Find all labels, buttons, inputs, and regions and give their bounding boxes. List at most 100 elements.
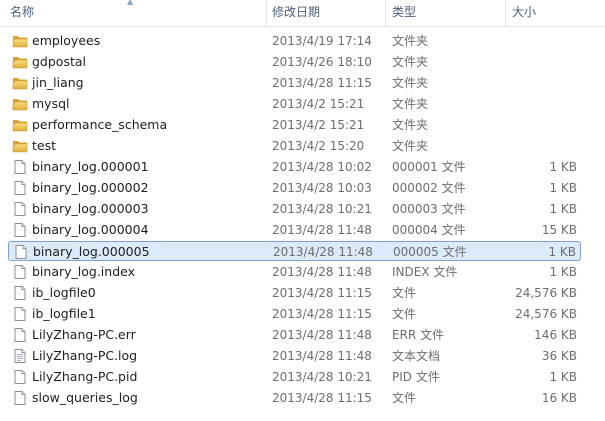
file-modified-date: 2013/4/28 11:48 (273, 245, 373, 259)
file-modified-date: 2013/4/28 11:48 (272, 265, 372, 279)
file-modified-date: 2013/4/28 11:15 (272, 286, 372, 300)
file-icon (12, 306, 28, 322)
file-size: 1 KB (549, 160, 577, 174)
file-name: binary_log.000004 (32, 222, 149, 237)
file-row[interactable]: binary_log.000003 2013/4/28 10:21 000003 文… (8, 199, 581, 219)
file-name: binary_log.index (32, 264, 136, 279)
file-icon (12, 285, 28, 301)
file-size: 1 KB (549, 181, 577, 195)
file-size: 1 KB (549, 265, 577, 279)
file-modified-date: 2013/4/28 10:21 (272, 370, 372, 384)
file-row[interactable]: employees 2013/4/19 17:14 文件夹 (8, 31, 581, 51)
file-row[interactable]: binary_log.index 2013/4/28 11:48 INDEX 文件 1… (8, 262, 581, 282)
file-row[interactable]: mysql 2013/4/2 15:21 文件夹 (8, 94, 581, 114)
column-header-date[interactable]: 修改日期 (272, 0, 320, 24)
file-type: 000003 文件 (392, 202, 466, 216)
file-icon (13, 244, 29, 260)
text-document-icon (12, 348, 28, 364)
column-header-size[interactable]: 大小 (512, 0, 536, 24)
file-icon (12, 390, 28, 406)
file-name: binary_log.000002 (32, 180, 149, 195)
file-type: PID 文件 (392, 370, 440, 384)
folder-icon (12, 96, 28, 112)
file-name: binary_log.000003 (32, 201, 149, 216)
folder-icon (12, 75, 28, 91)
file-name: test (32, 138, 57, 153)
sort-ascending-icon: ▲ (127, 0, 134, 6)
file-type: 文件夹 (392, 55, 429, 69)
file-row[interactable]: LilyZhang-PC.log 2013/4/28 11:48 文本文档 36 KB (8, 346, 581, 366)
folder-icon (12, 33, 28, 49)
file-size: 24,576 KB (515, 307, 577, 321)
column-header-bar: ▲ 名称 修改日期 类型 大小 (0, 0, 605, 27)
file-type: 文件夹 (392, 97, 429, 111)
file-icon (12, 327, 28, 343)
column-divider[interactable] (385, 0, 386, 26)
file-name: LilyZhang-PC.err (32, 327, 136, 342)
file-type: 文件夹 (392, 76, 429, 90)
file-modified-date: 2013/4/28 10:02 (272, 160, 372, 174)
file-row[interactable]: gdpostal 2013/4/26 18:10 文件夹 (8, 52, 581, 72)
file-row[interactable]: binary_log.000001 2013/4/28 10:02 000001 文… (8, 157, 581, 177)
file-row[interactable]: performance_schema 2013/4/2 15:21 文件夹 (8, 115, 581, 135)
file-row[interactable]: ib_logfile1 2013/4/28 11:15 文件 24,576 KB (8, 304, 581, 324)
file-size: 16 KB (541, 391, 577, 405)
file-type: 000004 文件 (392, 223, 466, 237)
file-type: 000005 文件 (393, 245, 467, 259)
file-icon (12, 222, 28, 238)
file-type: 文件 (392, 286, 417, 300)
column-divider[interactable] (266, 0, 267, 26)
file-type: ERR 文件 (392, 328, 445, 342)
file-type: 000002 文件 (392, 181, 466, 195)
file-type: 文件夹 (392, 139, 429, 153)
file-name: employees (32, 33, 101, 48)
file-name: jin_liang (32, 75, 84, 90)
file-row-selected[interactable]: binary_log.000005 2013/4/28 11:48 000005 文… (8, 241, 581, 261)
file-modified-date: 2013/4/19 17:14 (272, 34, 372, 48)
file-row[interactable]: binary_log.000004 2013/4/28 11:48 000004 文… (8, 220, 581, 240)
file-name: mysql (32, 96, 70, 111)
file-icon (12, 369, 28, 385)
file-modified-date: 2013/4/2 15:20 (272, 139, 365, 153)
folder-icon (12, 117, 28, 133)
file-modified-date: 2013/4/28 11:48 (272, 223, 372, 237)
file-size: 1 KB (549, 202, 577, 216)
file-type: 文件 (392, 307, 417, 321)
file-row[interactable]: slow_queries_log 2013/4/28 11:15 文件 16 KB (8, 388, 581, 408)
folder-icon (12, 54, 28, 70)
file-name: slow_queries_log (32, 390, 138, 405)
file-type: 000001 文件 (392, 160, 466, 174)
file-row[interactable]: binary_log.000002 2013/4/28 10:03 000002 文… (8, 178, 581, 198)
file-row[interactable]: LilyZhang-PC.pid 2013/4/28 10:21 PID 文件 1 K… (8, 367, 581, 387)
file-size: 15 KB (541, 223, 577, 237)
file-modified-date: 2013/4/28 11:15 (272, 307, 372, 321)
file-type: 文件夹 (392, 118, 429, 132)
column-header-type[interactable]: 类型 (392, 0, 416, 24)
column-header-name[interactable]: 名称 (10, 0, 34, 24)
file-row[interactable]: ib_logfile0 2013/4/28 11:15 文件 24,576 KB (8, 283, 581, 303)
column-divider[interactable] (505, 0, 506, 26)
file-modified-date: 2013/4/26 18:10 (272, 55, 372, 69)
file-modified-date: 2013/4/28 11:15 (272, 76, 372, 90)
file-name: binary_log.000001 (32, 159, 149, 174)
file-name: LilyZhang-PC.pid (32, 369, 138, 384)
file-type: 文件夹 (392, 34, 429, 48)
file-modified-date: 2013/4/28 11:48 (272, 349, 372, 363)
file-icon (12, 159, 28, 175)
file-row[interactable]: test 2013/4/2 15:20 文件夹 (8, 136, 581, 156)
file-size: 24,576 KB (515, 286, 577, 300)
file-modified-date: 2013/4/28 10:03 (272, 181, 372, 195)
file-modified-date: 2013/4/2 15:21 (272, 118, 365, 132)
file-size: 146 KB (534, 328, 577, 342)
file-row[interactable]: jin_liang 2013/4/28 11:15 文件夹 (8, 73, 581, 93)
file-name: LilyZhang-PC.log (32, 348, 138, 363)
file-name: ib_logfile0 (32, 285, 96, 300)
file-modified-date: 2013/4/28 11:48 (272, 328, 372, 342)
file-icon (12, 180, 28, 196)
file-icon (12, 264, 28, 280)
file-modified-date: 2013/4/28 10:21 (272, 202, 372, 216)
file-type: 文件 (392, 391, 417, 405)
file-row[interactable]: LilyZhang-PC.err 2013/4/28 11:48 ERR 文件 146… (8, 325, 581, 345)
file-size: 36 KB (541, 349, 577, 363)
file-name: gdpostal (32, 54, 86, 69)
